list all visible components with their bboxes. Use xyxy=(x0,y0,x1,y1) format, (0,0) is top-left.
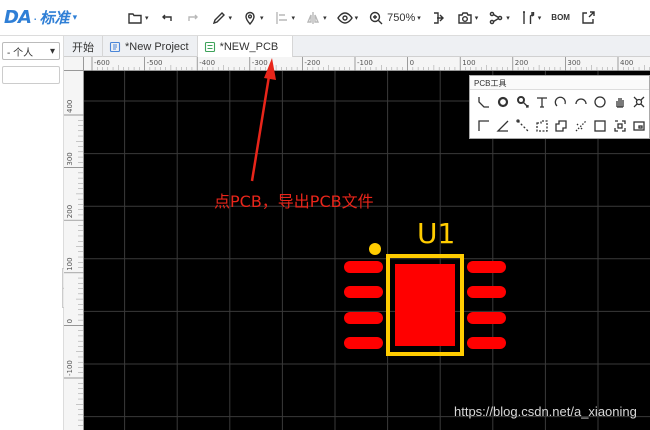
watermark: https://blog.csdn.net/a_xiaoning xyxy=(454,404,637,419)
annotation-text: 点PCB，导出PCB文件 xyxy=(214,192,374,211)
annotation-arrow xyxy=(250,58,276,182)
